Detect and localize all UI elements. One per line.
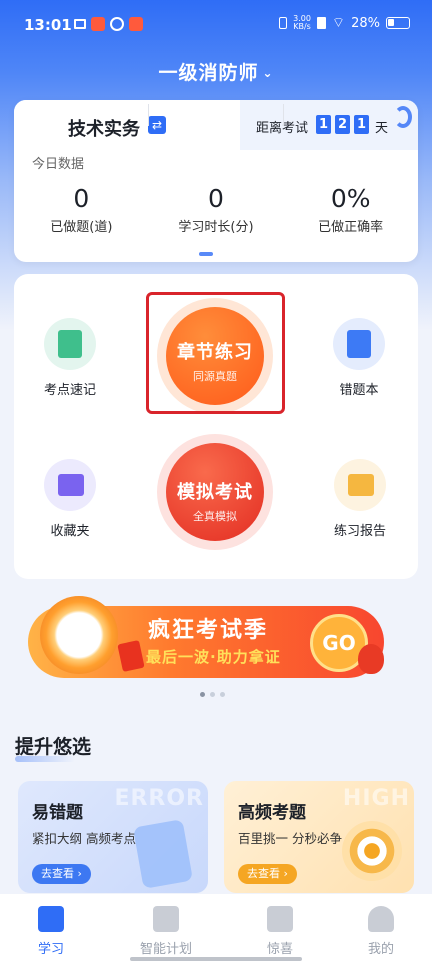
- switch-subject-icon[interactable]: ⇄: [148, 116, 166, 134]
- net-speed: 3.00 KB/s: [293, 14, 311, 31]
- app-orange-icon: [129, 17, 143, 31]
- card-desc: 紧扣大纲 高频考点: [32, 831, 136, 846]
- stat-label: 已做正确率: [318, 220, 384, 235]
- section-title: 提升悠选: [15, 732, 91, 762]
- book-icon: [38, 906, 64, 932]
- stat-divider: [283, 104, 284, 126]
- alarm-clock-icon: [40, 596, 118, 674]
- today-label: 今日数据: [32, 157, 85, 172]
- subject-tab[interactable]: 技术实务 ⇄: [14, 100, 240, 150]
- mock-exam-button[interactable]: 模拟考试 全真模拟: [166, 443, 264, 541]
- stat-value: 0: [208, 184, 224, 213]
- today-stats: 0 已做题(道) 0 学习时长(分) 0% 已做正确率: [14, 184, 418, 235]
- favorites-label: 收藏夹: [50, 524, 90, 539]
- tab-label: 智能计划: [139, 942, 192, 957]
- countdown-digit: 1: [354, 115, 369, 134]
- vibrate-icon: [279, 17, 288, 29]
- status-right: 3.00 KB/s ⌔ 28%: [279, 14, 410, 32]
- highlight-box: [146, 292, 285, 414]
- user-icon: [368, 906, 394, 932]
- money-bag-icon: [358, 644, 384, 674]
- folder-star-icon: [44, 459, 96, 511]
- status-time: 13:01: [24, 16, 72, 34]
- clipboard-icon: [132, 819, 194, 889]
- tab-label: 我的: [367, 942, 394, 957]
- summary-card: 技术实务 ⇄ 距离考试 1 2 1 天 今日数据 0 已做题(道) 0 学习时长…: [14, 100, 418, 262]
- app-swirl-icon: [110, 17, 124, 31]
- stat-accuracy: 0% 已做正确率: [283, 184, 418, 235]
- stat-label: 已做题(道): [50, 220, 113, 235]
- mock-exam-subtitle: 全真模拟: [193, 510, 237, 523]
- crown-icon: [74, 19, 86, 29]
- wifi-icon: ⌔: [331, 15, 346, 31]
- page-title: 一级消防师: [158, 62, 259, 84]
- status-notification-icons: [74, 17, 143, 31]
- stat-divider: [148, 104, 149, 126]
- status-bar: 13:01 3.00 KB/s ⌔ 28%: [0, 0, 432, 48]
- stat-questions-done: 0 已做题(道): [14, 184, 149, 235]
- practice-report-button[interactable]: 练习报告: [320, 459, 400, 539]
- countdown-unit: 天: [375, 121, 389, 136]
- countdown-decoration-icon: [394, 106, 412, 128]
- card-title: 高频考题: [238, 803, 306, 823]
- tab-label: 学习: [37, 942, 64, 957]
- countdown-digits: 1 2 1: [316, 115, 369, 134]
- view-button[interactable]: 去查看 ›: [238, 864, 297, 884]
- chevron-down-icon: ⌄: [262, 66, 274, 80]
- wrong-book-button[interactable]: 错题本: [319, 318, 399, 398]
- view-button[interactable]: 去查看 ›: [32, 864, 91, 884]
- report-chart-icon: [334, 459, 386, 511]
- quick-notes-icon: [44, 318, 96, 370]
- tab-smart-plan[interactable]: 智能计划: [131, 906, 201, 957]
- home-indicator: [130, 957, 302, 961]
- card-desc: 百里挑一 分秒必争: [238, 831, 342, 846]
- banner-title: 疯狂考试季: [148, 618, 269, 643]
- pagination-dot: [200, 692, 205, 697]
- banner-subtitle: 最后一波·助力拿证: [146, 648, 281, 666]
- wrong-book-icon: [333, 318, 385, 370]
- quick-notes-button[interactable]: 考点速记: [30, 318, 110, 398]
- favorites-button[interactable]: 收藏夹: [30, 459, 110, 539]
- stat-value: 0: [73, 184, 90, 213]
- sim-icon: [316, 17, 326, 29]
- countdown-digit: 1: [316, 115, 331, 134]
- tab-label: 惊喜: [266, 942, 293, 957]
- app-red-icon: [91, 17, 105, 31]
- stat-value: 0%: [330, 184, 371, 213]
- error-prone-card[interactable]: ERROR 易错题 紧扣大纲 高频考点 去查看 ›: [18, 781, 208, 893]
- pagination-dot: [210, 692, 215, 697]
- pagination-dot: [220, 692, 225, 697]
- card-page-indicator: [199, 252, 213, 256]
- battery-percent: 28%: [351, 15, 380, 31]
- target-icon: [342, 821, 402, 881]
- quick-notes-label: 考点速记: [43, 383, 96, 398]
- countdown-digit: 2: [335, 115, 350, 134]
- bottom-tab-bar: 学习 智能计划 惊喜 我的: [0, 894, 432, 964]
- banner-pagination: [200, 692, 225, 697]
- battery-icon: [386, 17, 410, 29]
- wrong-book-label: 错题本: [339, 383, 379, 398]
- tab-study[interactable]: 学习: [16, 906, 86, 957]
- stat-study-time: 0 学习时长(分): [149, 184, 284, 235]
- stat-label: 学习时长(分): [178, 220, 254, 235]
- ai-icon: [153, 906, 179, 932]
- mock-exam-title: 模拟考试: [177, 482, 253, 503]
- subject-title: 技术实务: [68, 119, 140, 140]
- high-frequency-card[interactable]: HIGH 高频考题 百里挑一 分秒必争 去查看 ›: [224, 781, 414, 893]
- promo-banner[interactable]: 疯狂考试季 最后一波·助力拿证 GO: [28, 596, 408, 684]
- ghost-text: HIGH: [342, 786, 410, 811]
- ghost-text: ERROR: [114, 786, 204, 811]
- exam-countdown: 距离考试 1 2 1 天: [240, 100, 418, 150]
- countdown-label: 距离考试: [256, 121, 309, 136]
- tab-surprise[interactable]: 惊喜: [245, 906, 315, 957]
- exam-selector[interactable]: 一级消防师 ⌄: [0, 58, 432, 85]
- practice-report-label: 练习报告: [333, 524, 386, 539]
- gift-icon: [267, 906, 293, 932]
- tab-mine[interactable]: 我的: [346, 906, 416, 957]
- card-title: 易错题: [32, 803, 83, 823]
